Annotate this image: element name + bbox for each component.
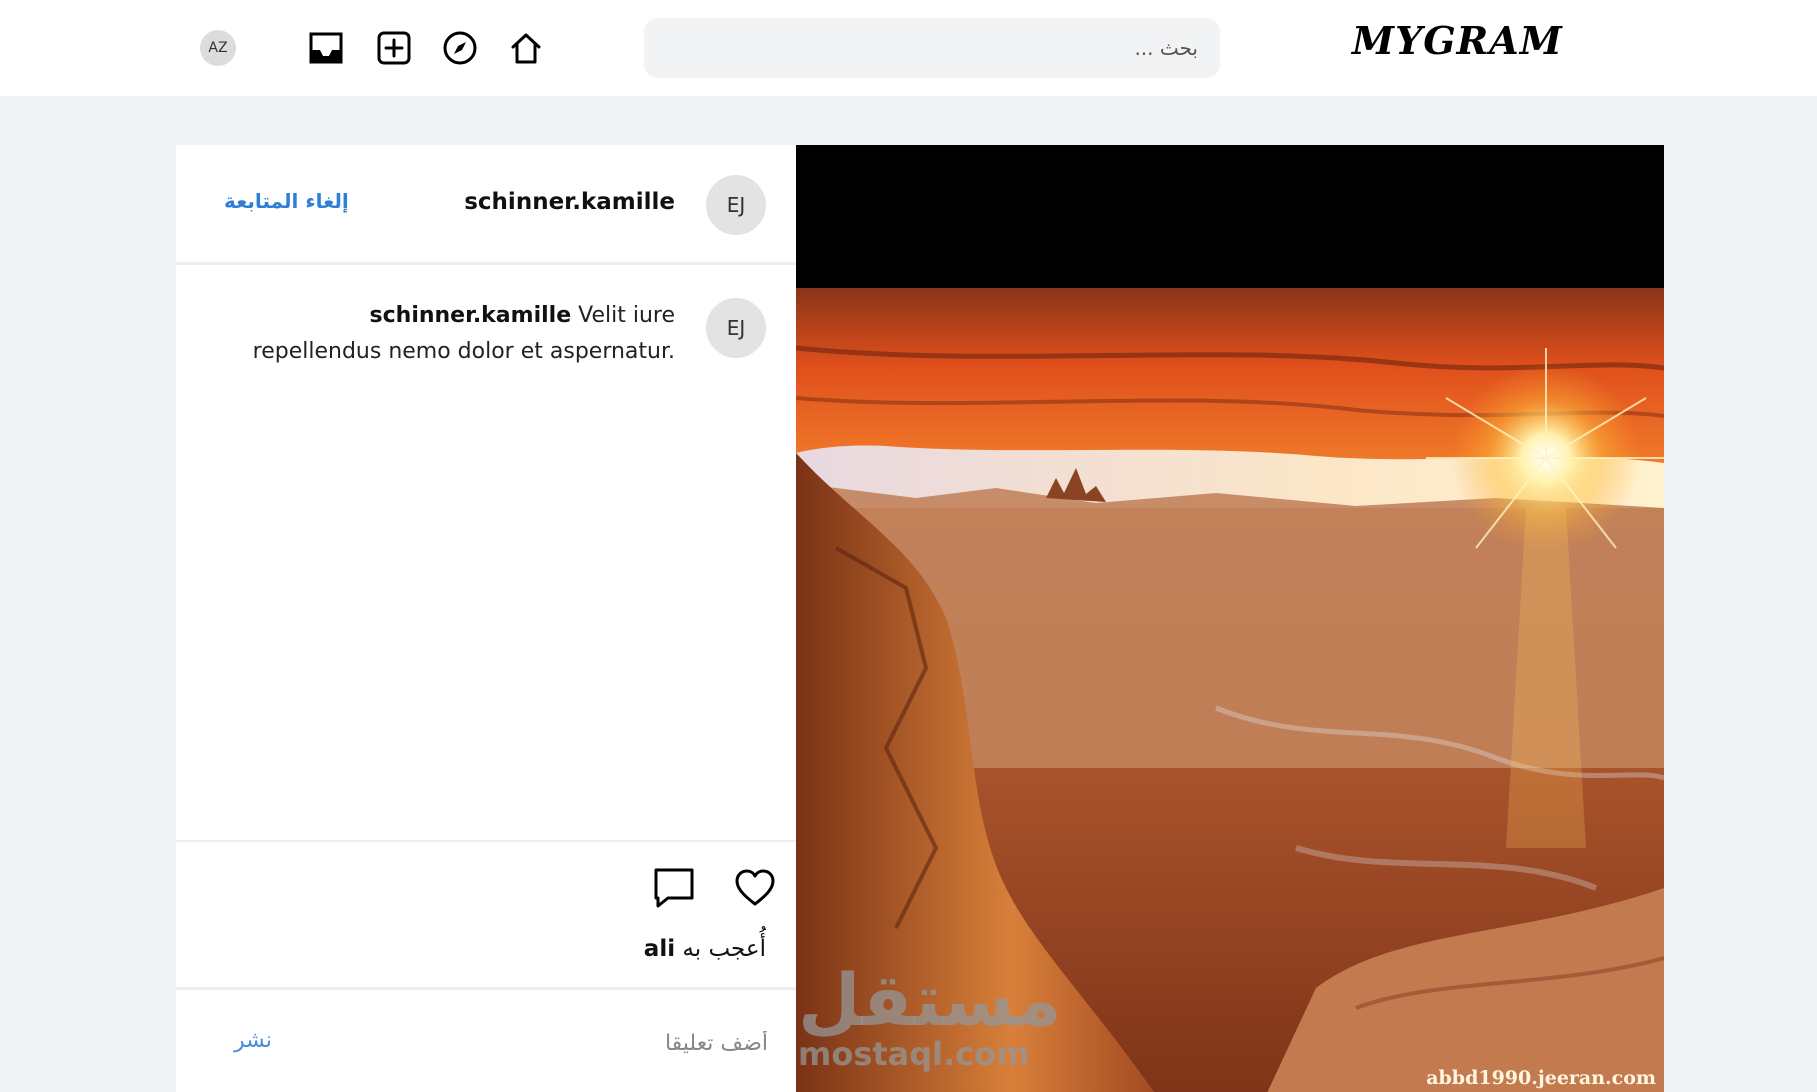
post-comment-button[interactable]: نشر bbox=[234, 1028, 272, 1053]
comment-bubble-icon[interactable] bbox=[652, 866, 696, 910]
image-watermark: abbd1990.jeeran.com bbox=[1426, 1067, 1656, 1089]
liker-username[interactable]: ali bbox=[644, 936, 675, 962]
post-media: abbd1990.jeeran.com مستقل mostaql.com bbox=[796, 145, 1664, 1092]
unfollow-button[interactable]: إلغاء المتابعة bbox=[224, 189, 349, 213]
comment-input[interactable] bbox=[348, 1019, 768, 1067]
like-heart-icon[interactable] bbox=[733, 866, 777, 910]
likes-summary: أُعجب به ali bbox=[644, 936, 766, 962]
post-actions: أُعجب به ali bbox=[176, 840, 796, 990]
search-input[interactable] bbox=[644, 18, 1220, 78]
top-navigation-bar: AZ MYGRAM bbox=[0, 0, 1817, 96]
comment-form: نشر bbox=[176, 995, 796, 1092]
post-header: EJ schinner.kamille إلغاء المتابعة bbox=[176, 145, 796, 265]
home-icon[interactable] bbox=[506, 28, 546, 68]
brand-watermark: مستقل mostaql.com bbox=[798, 964, 1061, 1072]
app-logo[interactable]: MYGRAM bbox=[1352, 18, 1563, 63]
likes-prefix: أُعجب به bbox=[682, 936, 766, 962]
profile-avatar[interactable]: AZ bbox=[200, 30, 236, 66]
caption-avatar[interactable]: EJ bbox=[706, 298, 766, 358]
author-avatar[interactable]: EJ bbox=[706, 175, 766, 235]
post-caption: schinner.kamille Velit iure repellendus … bbox=[235, 298, 675, 370]
author-username[interactable]: schinner.kamille bbox=[464, 189, 675, 215]
inbox-icon[interactable] bbox=[306, 28, 346, 68]
caption-username[interactable]: schinner.kamille bbox=[370, 303, 572, 328]
brand-watermark-arabic: مستقل bbox=[798, 958, 1062, 1042]
post-card: EJ schinner.kamille إلغاء المتابعة EJ sc… bbox=[176, 145, 1664, 1092]
post-side-panel: EJ schinner.kamille إلغاء المتابعة EJ sc… bbox=[176, 145, 796, 1092]
brand-watermark-latin: mostaql.com bbox=[798, 1035, 1030, 1073]
add-post-icon[interactable] bbox=[374, 28, 414, 68]
explore-icon[interactable] bbox=[440, 28, 480, 68]
